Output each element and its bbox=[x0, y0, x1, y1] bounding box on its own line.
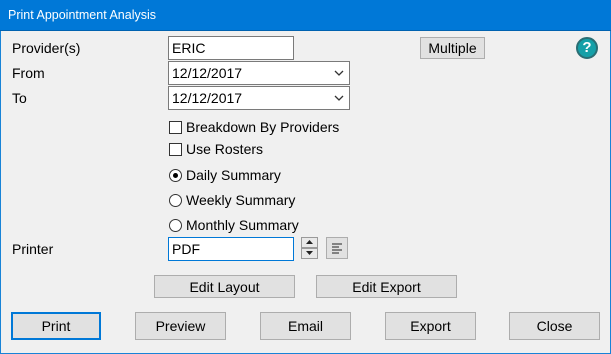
daily-summary-radio[interactable]: Daily Summary bbox=[169, 167, 281, 183]
printer-settings-button[interactable] bbox=[326, 237, 348, 259]
align-lines-icon bbox=[332, 243, 342, 254]
chevron-down-icon bbox=[334, 70, 344, 76]
help-icon[interactable]: ? bbox=[576, 37, 598, 59]
chevron-down-icon bbox=[334, 95, 344, 101]
from-date-value: 12/12/2017 bbox=[172, 65, 243, 81]
checkbox-box bbox=[169, 142, 182, 156]
export-button[interactable]: Export bbox=[385, 312, 476, 340]
radio-unselected bbox=[169, 218, 182, 232]
edit-export-button[interactable]: Edit Export bbox=[316, 275, 457, 298]
use-rosters-checkbox[interactable]: Use Rosters bbox=[169, 141, 263, 157]
chevron-down-icon bbox=[306, 251, 313, 255]
multiple-button[interactable]: Multiple bbox=[420, 37, 485, 59]
title-bar: Print Appointment Analysis bbox=[0, 0, 611, 31]
provider-input[interactable]: ERIC bbox=[168, 36, 294, 60]
printer-label: Printer bbox=[12, 241, 54, 257]
monthly-summary-label: Monthly Summary bbox=[186, 217, 299, 233]
weekly-summary-label: Weekly Summary bbox=[186, 192, 296, 208]
radio-unselected bbox=[169, 193, 182, 207]
printer-spin-up[interactable] bbox=[301, 237, 318, 248]
use-rosters-label: Use Rosters bbox=[186, 141, 264, 157]
checkbox-box bbox=[169, 120, 182, 134]
from-date-picker[interactable]: 12/12/2017 bbox=[168, 61, 350, 85]
from-label: From bbox=[12, 65, 45, 81]
printer-spin-down[interactable] bbox=[301, 248, 318, 259]
breakdown-label: Breakdown By Providers bbox=[186, 119, 340, 135]
to-date-picker[interactable]: 12/12/2017 bbox=[168, 86, 350, 110]
daily-summary-label: Daily Summary bbox=[186, 167, 281, 183]
edit-layout-button[interactable]: Edit Layout bbox=[154, 275, 295, 298]
radio-selected bbox=[169, 168, 182, 182]
chevron-up-icon bbox=[306, 240, 313, 244]
weekly-summary-radio[interactable]: Weekly Summary bbox=[169, 192, 295, 208]
close-button[interactable]: Close bbox=[509, 312, 600, 340]
to-label: To bbox=[12, 90, 27, 106]
printer-input[interactable]: PDF bbox=[168, 237, 294, 261]
window-title: Print Appointment Analysis bbox=[8, 8, 156, 22]
preview-button[interactable]: Preview bbox=[135, 312, 226, 340]
monthly-summary-radio[interactable]: Monthly Summary bbox=[169, 217, 299, 233]
provider-label: Provider(s) bbox=[12, 40, 81, 56]
breakdown-checkbox[interactable]: Breakdown By Providers bbox=[169, 119, 339, 135]
email-button[interactable]: Email bbox=[260, 312, 351, 340]
print-button[interactable]: Print bbox=[11, 312, 101, 340]
to-date-value: 12/12/2017 bbox=[172, 90, 243, 106]
